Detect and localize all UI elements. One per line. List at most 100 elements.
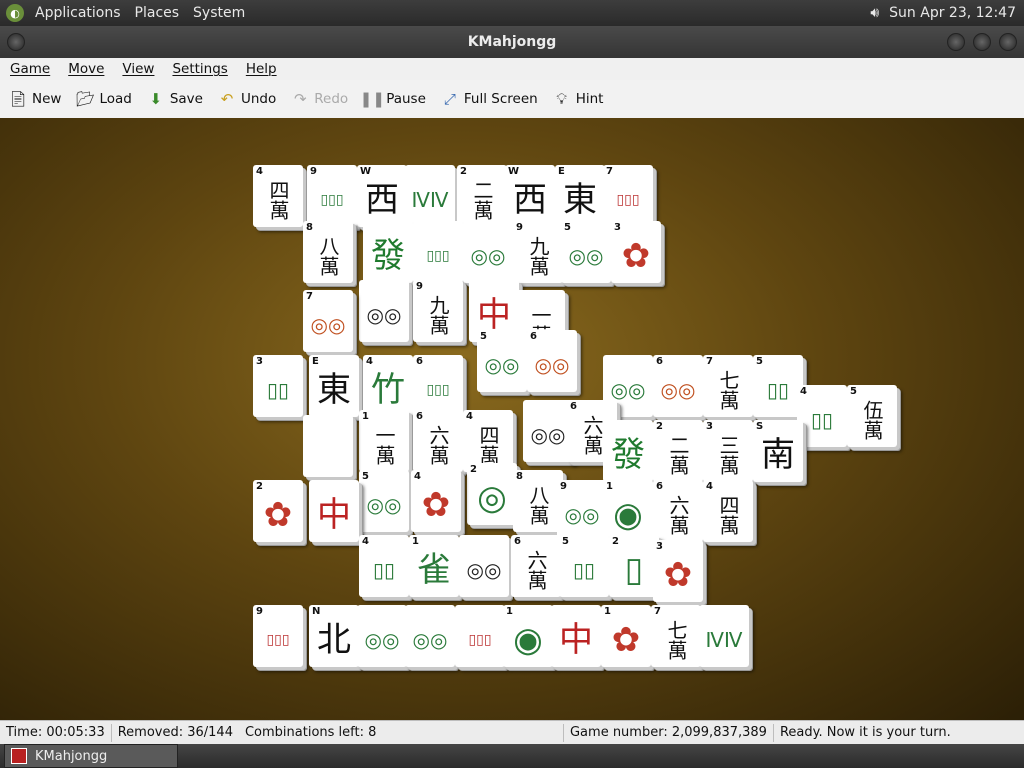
menu-view[interactable]: View [112,61,162,77]
window-titlebar[interactable]: KMahjongg [0,26,1024,58]
mahjong-tile[interactable]: S南 [753,420,803,482]
menu-game[interactable]: Game [0,61,58,77]
tile-glyph: ◎◎ [364,628,400,652]
tile-glyph: 七萬 [664,620,688,660]
mahjong-tile[interactable]: 1 一萬 [359,410,409,472]
mahjong-tile[interactable]: 2 ▯ [609,535,659,597]
mahjong-tile[interactable]: 8 八萬 [513,470,563,532]
mahjong-tile[interactable]: 3 ▯▯ [253,355,303,417]
tile-glyph: ✿ [621,236,651,276]
mahjong-tile[interactable]: 中 [551,605,601,667]
mahjong-tile[interactable]: 7 ▯▯▯ [603,165,653,227]
mahjong-tile[interactable]: 4 四萬 [253,165,303,227]
mahjong-tile[interactable]: 9 ◎◎ [557,480,607,542]
mahjong-tile[interactable]: 3 ✿ [653,540,703,602]
mahjong-tile[interactable]: 9 九萬 [513,221,563,283]
mahjong-tile[interactable] [303,415,353,477]
mahjong-tile[interactable]: 1 ◉ [503,605,553,667]
mahjong-tile[interactable]: 9 ▯▯▯ [307,165,357,227]
window-menu-icon[interactable] [7,33,25,51]
tile-glyph: ◉ [513,620,543,660]
pause-button[interactable]: ❚❚ Pause [360,89,426,109]
menu-settings[interactable]: Settings [162,61,235,77]
taskbar-kmahjongg[interactable]: KMahjongg [4,744,178,768]
mahjong-tile[interactable]: ◎◎ [357,605,407,667]
hint-button[interactable]: 💡︎ Hint [552,89,603,109]
mahjong-tile[interactable]: N北 [309,605,359,667]
tile-glyph: ◎◎ [534,353,570,377]
mahjong-tile[interactable]: 1 ✿ [601,605,651,667]
distro-logo-icon[interactable]: ◐ [6,4,24,22]
mahjong-tile[interactable]: 1 ◉ [603,480,653,542]
mahjong-tile[interactable]: 2 ✿ [253,480,303,542]
mahjong-tile[interactable]: ◎◎ [463,221,513,283]
mahjong-tile[interactable]: 4 ▯▯ [359,535,409,597]
mahjong-tile[interactable]: E東 [555,165,605,227]
mahjong-tile[interactable]: 2 二萬 [653,420,703,482]
mahjong-tile[interactable]: 2 二萬 [457,165,507,227]
mahjong-tile[interactable]: 6 六萬 [413,410,463,472]
mahjong-tile[interactable]: 4竹 [363,355,413,417]
mahjong-tile[interactable]: ◎◎ [523,400,573,462]
maximize-button[interactable] [973,33,991,51]
mahjong-tile[interactable]: 5 ◎◎ [477,330,527,392]
tile-glyph: 八萬 [316,236,340,276]
mahjong-tile[interactable]: ⅣⅣ [699,605,749,667]
mahjong-tile[interactable]: 3 三萬 [703,420,753,482]
full-screen-button[interactable]: ⤢ Full Screen [440,89,538,109]
minimize-button[interactable] [947,33,965,51]
system-menu[interactable]: System [186,5,252,21]
mahjong-tile[interactable]: 7 七萬 [651,605,701,667]
mahjong-tile[interactable]: 2 ◎ [467,463,517,525]
mahjong-tile[interactable]: 9 ▯▯▯ [253,605,303,667]
mahjong-tile[interactable]: ▯▯▯ [455,605,505,667]
mahjong-tile[interactable]: ⅣⅣ [405,165,455,227]
mahjong-tile[interactable]: 5 ◎◎ [561,221,611,283]
applications-menu[interactable]: Applications [28,5,128,21]
new-button[interactable]: 📄︎ New [8,89,61,109]
mahjong-tile[interactable]: 5 ▯▯ [559,535,609,597]
removed-label: Removed: 36/144 [117,725,233,740]
mahjong-tile[interactable]: ▯▯▯ [413,221,463,283]
mahjong-tile[interactable]: E東 [309,355,359,417]
mahjong-tile[interactable]: 7 ◎◎ [303,290,353,352]
mahjong-tile[interactable]: 4 ▯▯ [797,385,847,447]
mahjong-tile[interactable]: 6 六萬 [653,480,703,542]
mahjong-tile[interactable]: 中 [309,480,359,542]
menubar: Game Move View Settings Help [0,58,1024,80]
mahjong-tile[interactable]: 4 ✿ [411,470,461,532]
mahjong-tile[interactable]: 3 ✿ [611,221,661,283]
close-button[interactable] [999,33,1017,51]
mahjong-tile[interactable]: 5 ▯▯ [753,355,803,417]
mahjong-tile[interactable]: W西 [505,165,555,227]
mahjong-tile[interactable]: 9 九萬 [413,280,463,342]
mahjong-tile[interactable]: 發 [603,420,653,482]
mahjong-tile[interactable]: ◎◎ [459,535,509,597]
mahjong-tile[interactable]: ◎◎ [359,280,409,342]
mahjong-tile[interactable]: 6 ◎◎ [653,355,703,417]
clock[interactable]: Sun Apr 23, 12:47 [889,5,1016,21]
places-menu[interactable]: Places [128,5,187,21]
tile-glyph: ◎◎ [412,628,448,652]
mahjong-tile[interactable]: 6 ▯▯▯ [413,355,463,417]
mahjong-tile[interactable]: 8 八萬 [303,221,353,283]
menu-help[interactable]: Help [236,61,285,77]
mahjong-tile[interactable]: 5 ◎◎ [359,470,409,532]
mahjong-tile[interactable]: 5 伍萬 [847,385,897,447]
mahjong-tile[interactable]: 6 ◎◎ [527,330,577,392]
save-button[interactable]: ⬇ Save [146,89,203,109]
mahjong-tile[interactable]: 4 四萬 [703,480,753,542]
load-button[interactable]: 📂︎ Load [75,89,132,109]
mahjong-tile[interactable]: 發 [363,221,413,283]
window-title: KMahjongg [467,34,557,50]
mahjong-tile[interactable]: 1雀 [409,535,459,597]
game-board[interactable]: 4 四萬 9 ▯▯▯ W 西 ⅣⅣ 2 二萬 W 西 E 東 7 ▯▯▯ 8 八萬發 ▯▯▯ ◎◎ 9 九萬 5 ◎◎ 3 ✿ 7… [0,118,1024,720]
mahjong-tile[interactable]: ◎◎ [405,605,455,667]
redo-button[interactable]: ↷ Redo [290,89,348,109]
mahjong-tile[interactable]: 7 七萬 [703,355,753,417]
volume-icon[interactable]: 🔊︎ [870,5,879,21]
menu-move[interactable]: Move [58,61,112,77]
mahjong-tile[interactable]: W西 [357,165,407,227]
undo-button[interactable]: ↶ Undo [217,89,277,109]
mahjong-tile[interactable]: 6 六萬 [511,535,561,597]
